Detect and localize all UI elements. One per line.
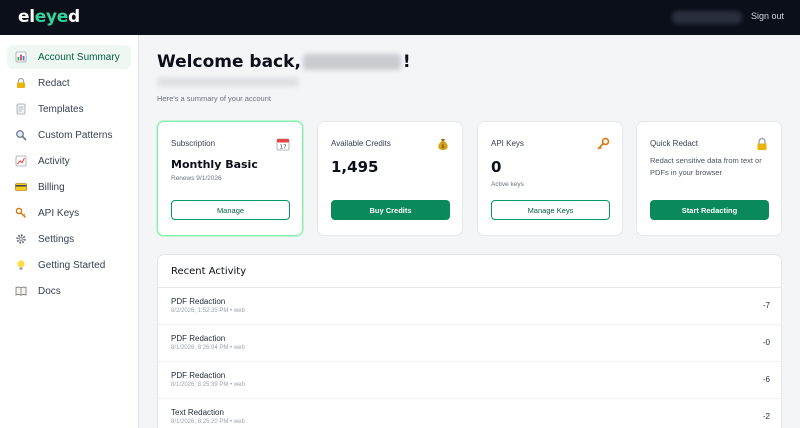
- top-bar: eleyed Sign out: [0, 0, 800, 35]
- activity-meta: 8/2/2026, 1:52:35 PM • web: [171, 308, 245, 314]
- activity-row[interactable]: PDF Redaction 8/1/2026, 8:25:39 PM • web…: [158, 362, 781, 399]
- activity-amount: -7: [762, 301, 770, 310]
- sidebar-item-label: Redact: [38, 77, 70, 89]
- credits-card: Available Credits $ 1,495 Buy Credits: [317, 121, 463, 236]
- sign-out-link[interactable]: Sign out: [751, 11, 784, 21]
- money-bag-icon: $: [436, 136, 450, 150]
- summary-text: Here's a summary of your account: [157, 94, 271, 103]
- recent-activity-title: Recent Activity: [171, 266, 247, 277]
- welcome-suffix: !: [402, 52, 411, 72]
- logo-text-part: d: [68, 7, 80, 27]
- api-keys-count: 0: [491, 158, 502, 176]
- gear-icon: [14, 232, 28, 246]
- quick-redact-card: Quick Redact Redact sensitive data from …: [636, 121, 782, 236]
- sidebar-item-label: Docs: [38, 285, 61, 297]
- sidebar-item-settings[interactable]: Settings: [7, 227, 131, 251]
- magnifier-icon: [14, 128, 28, 142]
- sidebar-item-label: Custom Patterns: [38, 129, 113, 141]
- document-icon: [14, 102, 28, 116]
- activity-amount: -2: [762, 412, 770, 421]
- credit-card-icon: [14, 180, 28, 194]
- api-keys-sub: Active keys: [491, 181, 524, 188]
- main-content: Welcome back, ! Here's a summary of your…: [139, 35, 800, 428]
- sidebar-item-billing[interactable]: Billing: [7, 175, 131, 199]
- sidebar-item-api-keys[interactable]: API Keys: [7, 201, 131, 225]
- sidebar: Account Summary Redact Templates Custom …: [0, 35, 139, 428]
- svg-text:17: 17: [280, 145, 287, 151]
- sidebar-item-redact[interactable]: Redact: [7, 71, 131, 95]
- sidebar-item-account-summary[interactable]: Account Summary: [7, 45, 131, 69]
- sidebar-item-label: API Keys: [38, 207, 80, 219]
- activity-type: PDF Redaction: [171, 334, 226, 343]
- sidebar-item-templates[interactable]: Templates: [7, 97, 131, 121]
- credits-value: 1,495: [331, 158, 379, 176]
- logo[interactable]: eleyed: [18, 7, 80, 27]
- renewal-date: Renews 9/1/2026: [171, 175, 222, 182]
- quick-redact-description: Redact sensitive data from text or PDFs …: [650, 156, 762, 177]
- api-keys-card: API Keys 0 Active keys Manage Keys: [477, 121, 623, 236]
- manage-keys-button[interactable]: Manage Keys: [491, 200, 610, 220]
- card-title: Subscription: [171, 139, 216, 148]
- user-email-redacted: [672, 11, 742, 24]
- welcome-prefix: Welcome back,: [157, 52, 301, 72]
- activity-row[interactable]: PDF Redaction 8/2/2026, 1:52:35 PM • web…: [158, 288, 781, 325]
- buy-credits-button[interactable]: Buy Credits: [331, 200, 450, 220]
- sidebar-item-label: Account Summary: [38, 51, 120, 63]
- sidebar-item-label: Settings: [38, 233, 75, 245]
- card-title: Quick Redact: [650, 139, 699, 148]
- activity-amount: -0: [762, 338, 770, 347]
- subscription-card: Subscription 17 Monthly Basic Renews 9/1…: [157, 121, 303, 236]
- key-icon: [14, 206, 28, 220]
- user-name-redacted: [302, 54, 401, 70]
- start-redacting-button[interactable]: Start Redacting: [650, 200, 769, 220]
- activity-meta: 8/1/2026, 8:26:04 PM • web: [171, 345, 245, 351]
- activity-meta: 8/1/2026, 8:25:20 PM • web: [171, 419, 245, 425]
- activity-amount: -6: [762, 375, 770, 384]
- lock-icon: [755, 136, 769, 150]
- calendar-icon: 17: [276, 136, 290, 151]
- sidebar-item-label: Templates: [38, 103, 84, 115]
- lightbulb-icon: [14, 258, 28, 272]
- sidebar-item-docs[interactable]: Docs: [7, 279, 131, 303]
- bar-chart-icon: [14, 50, 28, 64]
- card-title: Available Credits: [331, 139, 391, 148]
- lock-icon: [14, 76, 28, 90]
- book-icon: [14, 284, 28, 298]
- activity-type: PDF Redaction: [171, 297, 226, 306]
- subtitle-redacted: [157, 77, 299, 87]
- recent-activity-panel: Recent Activity PDF Redaction 8/2/2026, …: [157, 254, 782, 428]
- page-title: Welcome back, !: [157, 52, 411, 72]
- sidebar-item-label: Billing: [38, 181, 65, 193]
- line-chart-icon: [14, 154, 28, 168]
- card-title: API Keys: [491, 139, 524, 148]
- activity-row[interactable]: PDF Redaction 8/1/2026, 8:26:04 PM • web…: [158, 325, 781, 362]
- sidebar-item-getting-started[interactable]: Getting Started: [7, 253, 131, 277]
- logo-text-accent: eye: [34, 7, 69, 27]
- logo-text-part: el: [18, 7, 35, 27]
- key-icon: [596, 136, 610, 150]
- activity-type: PDF Redaction: [171, 371, 226, 380]
- svg-text:$: $: [441, 144, 444, 150]
- activity-meta: 8/1/2026, 8:25:39 PM • web: [171, 382, 245, 388]
- sidebar-item-activity[interactable]: Activity: [7, 149, 131, 173]
- plan-name: Monthly Basic: [171, 158, 258, 171]
- activity-row[interactable]: Text Redaction 8/1/2026, 8:25:20 PM • we…: [158, 399, 781, 428]
- sidebar-item-label: Activity: [38, 155, 70, 167]
- manage-button[interactable]: Manage: [171, 200, 290, 220]
- activity-type: Text Redaction: [171, 408, 224, 417]
- sidebar-item-label: Getting Started: [38, 259, 106, 271]
- sidebar-item-custom-patterns[interactable]: Custom Patterns: [7, 123, 131, 147]
